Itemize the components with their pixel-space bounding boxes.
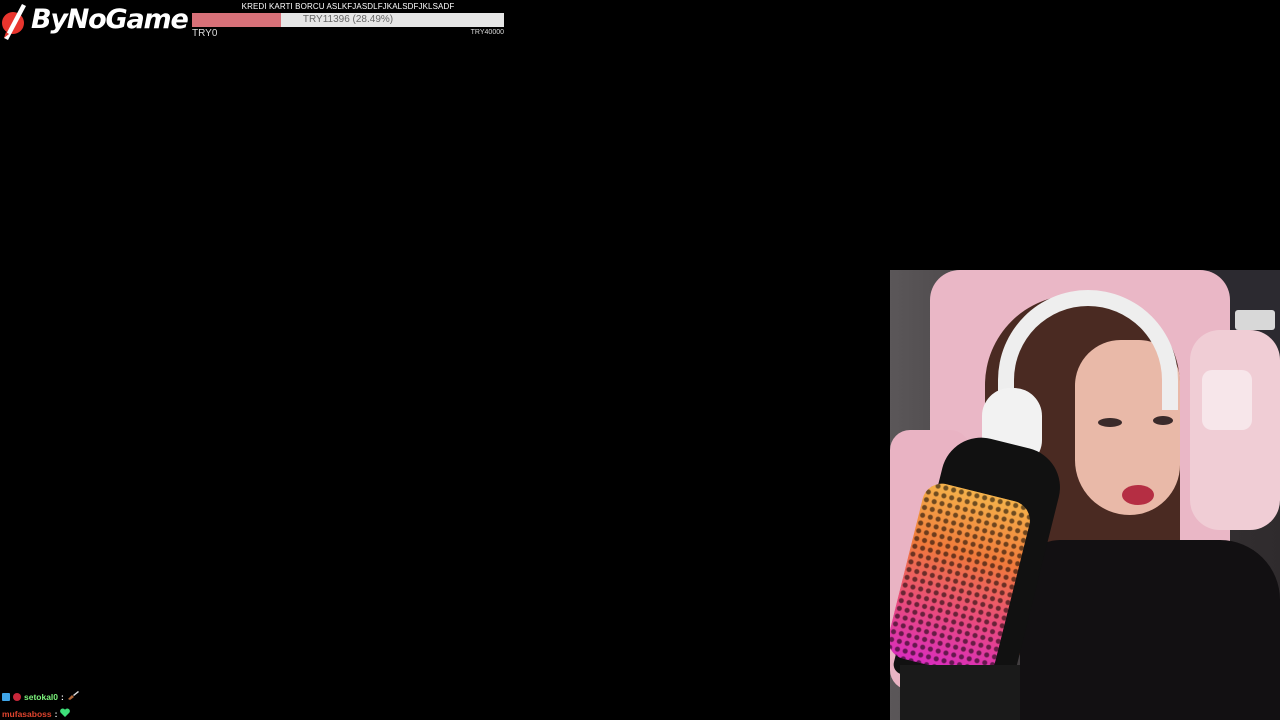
goal-min-label: TRY0 bbox=[192, 28, 218, 39]
chat-username[interactable]: mufasaboss bbox=[2, 709, 52, 719]
white-object bbox=[1235, 310, 1275, 330]
pencil-slash-icon bbox=[2, 4, 26, 40]
chat-username[interactable]: setokal0 bbox=[24, 692, 58, 702]
chat-message: setokal0 : bbox=[2, 688, 202, 705]
sub-badge-icon bbox=[13, 692, 21, 701]
goal-title: KREDI KARTI BORCU ASLKFJASDLFJKALSDFJKLS… bbox=[241, 2, 455, 11]
goal-max-label: TRY40000 bbox=[470, 29, 504, 36]
chat-separator: : bbox=[54, 708, 58, 719]
mouth bbox=[1122, 485, 1154, 505]
goal-current-amount: TRY11396 (28.49%) bbox=[302, 14, 394, 25]
chat-message: mufasaboss : bbox=[2, 705, 202, 720]
goal-progress-bar: TRY11396 (28.49%) bbox=[192, 13, 504, 27]
chat-overlay: setokal0 : mufasaboss : bbox=[2, 688, 202, 720]
microphone-stand bbox=[900, 665, 1020, 720]
eye-right bbox=[1153, 416, 1173, 425]
eye-left bbox=[1098, 418, 1122, 427]
chair-side-right bbox=[1190, 330, 1280, 530]
chat-separator: : bbox=[61, 691, 64, 702]
black-jacket bbox=[1020, 540, 1280, 720]
webcam-feed bbox=[890, 270, 1280, 720]
guitar-emote-icon bbox=[67, 690, 79, 703]
logo-text: ByNoGame bbox=[31, 4, 189, 35]
chair-logo-panel bbox=[1202, 370, 1252, 430]
donation-goal-widget: KREDI KARTI BORCU ASLKFJASDLFJKALSDFJKLS… bbox=[192, 0, 504, 40]
prime-badge-icon bbox=[2, 692, 10, 701]
green-heart-emote-icon bbox=[60, 708, 71, 719]
bynogame-logo: ByNoGame bbox=[0, 0, 190, 42]
